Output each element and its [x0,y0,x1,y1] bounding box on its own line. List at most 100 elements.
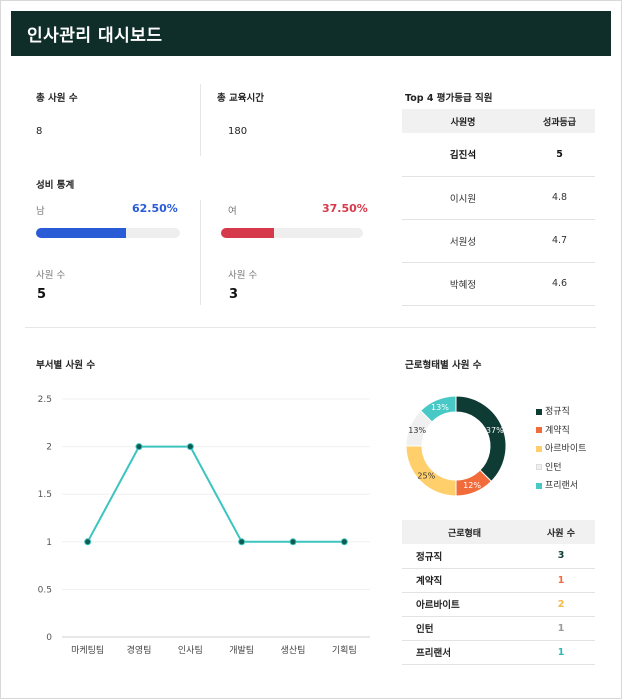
top4-employee-name: 박혜정 [402,262,524,306]
top4-header-grade: 성과등급 [524,109,595,133]
data-point [186,443,194,451]
dept-chart-title: 부서별 사원 수 [36,360,96,371]
data-point [340,538,348,546]
employment-type-name: 계약직 [402,568,527,593]
female-count-label: 사원 수 [228,270,258,281]
summary-divider [200,84,201,156]
table-row: 서원성 4.7 [402,219,595,263]
top4-employee-name: 김진석 [402,133,524,177]
legend-label: 인턴 [545,462,562,473]
employment-type-count: 1 [527,640,595,665]
slice-percent-label: 25% [417,472,435,481]
top4-employee-grade: 4.7 [524,219,595,263]
table-row: 프리랜서 1 [402,640,595,665]
table-row: 아르바이트 2 [402,592,595,617]
female-label: 여 [228,206,237,217]
top4-header-row: 사원명 성과등급 [402,109,595,133]
page-title: 인사관리 대시보드 [27,26,163,46]
legend-label: 프리랜서 [545,481,579,491]
slice-percent-label: 13% [408,426,426,435]
table-row: 이시원 4.8 [402,176,595,220]
employment-header-count: 사원 수 [527,520,595,544]
data-point [135,443,143,451]
slice-percent-label: 37% [486,426,504,435]
legend-label: 계약직 [545,425,570,436]
female-progress-bar [221,228,363,238]
female-count: 3 [229,287,239,302]
donut-slice [455,395,507,483]
employment-header-type: 근로형태 [402,520,527,544]
employment-type-name: 정규직 [402,544,527,569]
total-training-value: 180 [228,126,248,137]
y-tick-label: 0 [46,633,52,643]
employment-type-count: 2 [527,592,595,617]
x-tick-label: 경영팀 [127,644,152,656]
employment-type-count: 1 [527,568,595,593]
top4-employee-name: 이시원 [402,176,524,220]
top4-employee-grade: 5 [524,133,595,177]
top4-employee-grade: 4.6 [524,262,595,306]
x-tick-label: 인사팀 [178,644,203,656]
x-tick-label: 개발팀 [229,644,254,656]
male-count-label: 사원 수 [36,270,66,281]
female-percent: 37.50% [322,202,368,215]
data-point [289,538,297,546]
legend-swatch [536,482,542,489]
total-employees-label: 총 사원 수 [36,93,78,104]
employment-type-name: 프리랜서 [402,640,527,665]
male-progress-bar [36,228,180,238]
x-tick-label: 기획팀 [332,644,357,656]
legend-item: 인턴 [536,460,562,473]
employment-header-row: 근로형태 사원 수 [402,520,595,544]
employment-type-count: 1 [527,616,595,641]
top4-employee-name: 서원성 [402,219,524,263]
table-row: 정규직 3 [402,544,595,569]
table-row: 계약직 1 [402,568,595,593]
slice-percent-label: 12% [463,481,481,490]
top4-title: Top 4 평가등급 직원 [405,93,493,104]
legend-swatch [536,445,542,452]
male-count: 5 [37,287,47,302]
gender-stats-title: 성비 통계 [36,180,75,191]
data-point [84,538,92,546]
legend-item: 프리랜서 [536,478,578,491]
dept-line-chart: 0 0.5 1 1.5 2 2.5 마케팅팀 경영팀 인사팀 개발팀 생산팀 기획팀 [38,395,370,656]
y-tick-label: 2.5 [38,395,52,405]
y-tick-label: 1.5 [38,490,52,500]
legend-item: 아르바이트 [536,441,586,454]
y-tick-label: 0.5 [38,585,52,595]
top4-employee-grade: 4.8 [524,176,595,220]
employment-donut-chart: 37% 12% 25% 13% 13% [405,395,507,497]
total-employees-value: 8 [36,126,43,137]
x-tick-label: 생산팀 [281,644,306,656]
female-progress-fill [221,228,275,238]
y-tick-label: 2 [46,443,52,453]
legend-item: 정규직 [536,404,570,417]
male-progress-fill [36,228,126,238]
employment-type-name: 아르바이트 [402,592,527,617]
employment-table: 근로형태 사원 수 정규직 3 계약직 1 아르바이트 2 인턴 1 프리랜서 1 [402,520,595,665]
y-tick-label: 1 [46,538,52,548]
app-header: 인사관리 대시보드 [11,11,611,56]
section-divider [25,327,596,328]
data-point [238,538,246,546]
legend-item: 계약직 [536,423,570,436]
gender-divider [200,200,201,305]
top4-header-name: 사원명 [402,109,524,133]
table-row: 박혜정 4.6 [402,262,595,306]
employment-type-name: 인턴 [402,616,527,641]
total-training-label: 총 교육시간 [217,93,265,104]
table-row: 인턴 1 [402,616,595,641]
employment-chart-title: 근로형태별 사원 수 [405,360,482,371]
top4-table: 사원명 성과등급 김진석 5 이시원 4.8 서원성 4.7 박혜정 4.6 [402,109,595,306]
legend-swatch [536,427,542,433]
male-label: 남 [36,206,45,217]
table-row: 김진석 5 [402,133,595,177]
legend-swatch [536,464,542,470]
employment-type-count: 3 [527,544,595,569]
slice-percent-label: 13% [431,403,449,412]
legend-label: 정규직 [545,407,570,417]
legend-swatch [536,408,542,415]
x-tick-label: 마케팅팀 [71,644,104,656]
male-percent: 62.50% [132,202,178,215]
